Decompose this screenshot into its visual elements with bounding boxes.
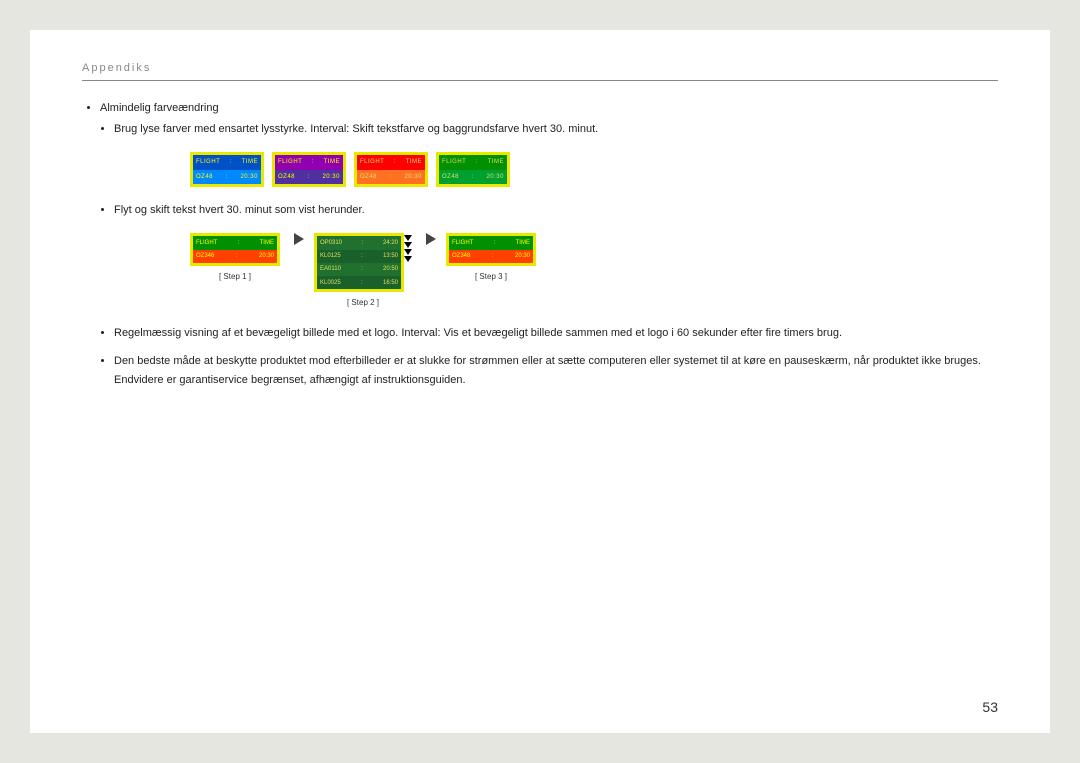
board-step3: FLIGHT:TIME OZ348:20:30	[446, 233, 536, 265]
steps-figure: FLIGHT:TIME OZ346:20:30 [ Step 1 ] OP031…	[190, 233, 998, 309]
section-title: Appendiks	[82, 62, 151, 74]
document-page: Appendiks Almindelig farveændring Brug l…	[30, 30, 1050, 733]
sub-item: Flyt og skift tekst hvert 30. minut som …	[114, 201, 998, 220]
sub-item: Den bedste måde at beskytte produktet mo…	[114, 352, 998, 389]
board-hdr-flight: FLIGHT	[196, 157, 220, 167]
step-label: [ Step 2 ]	[347, 296, 379, 310]
sub-item: Regelmæssig visning af et bevægeligt bil…	[114, 324, 998, 343]
step-label: [ Step 3 ]	[475, 270, 507, 284]
board-step1: FLIGHT:TIME OZ346:20:30	[190, 233, 280, 265]
page-number: 53	[982, 699, 998, 715]
bullet-text: Almindelig farveændring	[100, 102, 219, 114]
arrow-right-icon	[422, 233, 436, 245]
board-green: FLIGHT:TIME OZ48:20:30	[436, 152, 510, 186]
bullet-item: Almindelig farveændring Brug lyse farver…	[100, 99, 998, 390]
board-step2: OP0310:24:20 KL0125:13:50 EA0110:20:50 K…	[314, 233, 404, 292]
sub-list: Flyt og skift tekst hvert 30. minut som …	[114, 201, 998, 220]
step-1: FLIGHT:TIME OZ346:20:30 [ Step 1 ]	[190, 233, 280, 283]
step-3: FLIGHT:TIME OZ348:20:30 [ Step 3 ]	[446, 233, 536, 283]
sub-list: Regelmæssig visning af et bevægeligt bil…	[114, 324, 998, 390]
bullet-list: Almindelig farveændring Brug lyse farver…	[100, 99, 998, 390]
sub-list: Brug lyse farver med ensartet lysstyrke.…	[114, 120, 998, 139]
color-boards-figure: FLIGHT:TIME OZ48:20:30 FLIGHT:TIME OZ48:…	[190, 152, 998, 186]
step-label: [ Step 1 ]	[219, 270, 251, 284]
page-header: Appendiks	[82, 62, 998, 81]
sub-item: Brug lyse farver med ensartet lysstyrke.…	[114, 120, 998, 139]
board-time: 20:30	[240, 172, 258, 182]
board-red: FLIGHT:TIME OZ48:20:30	[354, 152, 428, 186]
board-code: OZ48	[196, 172, 213, 182]
step-2: OP0310:24:20 KL0125:13:50 EA0110:20:50 K…	[314, 233, 412, 309]
arrow-down-icon	[404, 235, 412, 262]
board-hdr-time: TIME	[242, 157, 258, 167]
arrow-right-icon	[290, 233, 304, 245]
board-blue: FLIGHT:TIME OZ48:20:30	[190, 152, 264, 186]
board-purple: FLIGHT:TIME OZ48:20:30	[272, 152, 346, 186]
